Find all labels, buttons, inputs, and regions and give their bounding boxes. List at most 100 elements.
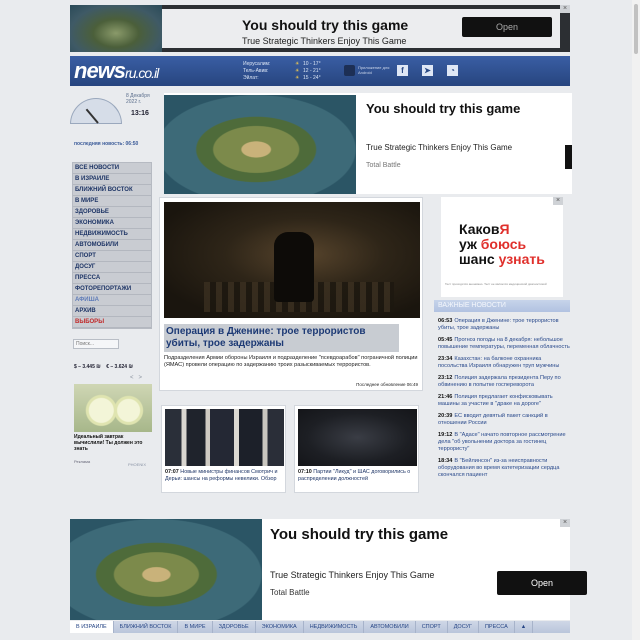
news-headline[interactable]: В "Адасе" начато повторное рассмотрение … — [438, 432, 566, 452]
bottom-nav-item[interactable]: ДОСУГ — [448, 621, 479, 633]
right-ad-banner[interactable]: КаковЯ уж боюсь шанс узнать Тест проходи… — [441, 197, 563, 297]
top-ad-open-button[interactable]: Open — [462, 17, 552, 37]
main-article-title[interactable]: Операция в Дженине: трое террористов уби… — [164, 324, 399, 352]
mid-ad-banner[interactable]: You should try this game True Strategic … — [164, 93, 572, 194]
menu-item[interactable]: НЕДВИЖИМОСТЬ — [73, 229, 151, 240]
sidebar-ad-text[interactable]: Идеальный завтрак вычислили! Ты должен э… — [74, 434, 154, 452]
right-ad-text[interactable]: КаковЯ уж боюсь шанс узнать — [459, 222, 545, 267]
news-time: 18:34 — [438, 458, 453, 464]
clock-icon — [70, 98, 122, 124]
bottom-nav-item[interactable]: НЕДВИЖИМОСТЬ — [304, 621, 365, 633]
up-arrow-icon[interactable]: ▲ — [515, 621, 534, 633]
small-article-text[interactable]: 07:07 Новые министры финансов Смотрич и … — [165, 469, 285, 483]
article-headline[interactable]: Партии "Ликуд" и ШАС договорились о расп… — [298, 469, 410, 482]
mid-ad-title[interactable]: You should try this game — [366, 101, 520, 116]
bottom-nav-item[interactable]: АВТОМОБИЛИ — [364, 621, 416, 633]
small-article-text[interactable]: 07:10 Партии "Ликуд" и ШАС договорились … — [298, 469, 418, 483]
top-ad-banner[interactable]: You should try this game True Strategic … — [70, 5, 570, 52]
search-input[interactable] — [73, 339, 119, 349]
news-headline[interactable]: В "Бейлинсон" из-за неисправности оборуд… — [438, 458, 559, 478]
news-headline[interactable]: Казахстан: на балконе охранника посольст… — [438, 356, 559, 369]
menu-item[interactable]: ВСЕ НОВОСТИ — [73, 163, 151, 174]
menu-item[interactable]: СПОРТ — [73, 251, 151, 262]
weather-temp: 15 - 24° — [303, 75, 321, 81]
bottom-ad-subtitle: True Strategic Thinkers Enjoy This Game — [270, 570, 435, 580]
news-headline[interactable]: Полиция задержала президента Перу по обв… — [438, 375, 561, 388]
news-item[interactable]: 23:12 Полиция задержала президента Перу п… — [438, 375, 572, 389]
news-item[interactable]: 18:34 В "Бейлинсон" из-за неисправности о… — [438, 458, 572, 479]
bottom-nav-item[interactable]: ЗДОРОВЬЕ — [213, 621, 256, 633]
bottom-nav-item[interactable]: ЭКОНОМИКА — [256, 621, 304, 633]
ad-close-icon[interactable]: × — [560, 519, 570, 527]
menu-item[interactable]: ЭКОНОМИКА — [73, 218, 151, 229]
menu-item-vybory[interactable]: ВЫБОРЫ — [73, 317, 151, 328]
main-article-image[interactable] — [164, 202, 420, 318]
news-time: 23:12 — [438, 375, 453, 381]
menu-item[interactable]: АВТОМОБИЛИ — [73, 240, 151, 251]
sidebar-ad-image[interactable] — [74, 384, 152, 432]
small-article-image[interactable] — [298, 409, 417, 466]
mid-ad-source: Total Battle — [366, 162, 401, 169]
rss-icon[interactable]: ◔ — [447, 65, 458, 76]
ad-close-icon[interactable]: × — [560, 5, 570, 13]
menu-item-afisha[interactable]: АФИША — [73, 295, 151, 306]
android-app-link[interactable]: Приложение для Android — [358, 65, 396, 75]
weather-widget: Иерусалим: ☀ 10 - 17° Тель-Авив: ☀ 12 - 21° … — [243, 61, 323, 82]
bottom-nav-item[interactable]: БЛИЖНИЙ ВОСТОК — [114, 621, 179, 633]
bottom-nav-item[interactable]: В ИЗРАИЛЕ — [70, 621, 114, 633]
menu-item[interactable]: БЛИЖНИЙ ВОСТОК — [73, 185, 151, 196]
top-ad-box[interactable]: You should try this game True Strategic … — [162, 9, 560, 48]
bottom-nav-item[interactable]: В МИРЕ — [178, 621, 213, 633]
rate-arrows[interactable]: < > — [130, 375, 142, 381]
mid-ad-open-button[interactable] — [565, 145, 572, 169]
scrollbar-thumb[interactable] — [634, 4, 638, 54]
bottom-ad-title[interactable]: You should try this game — [270, 526, 448, 543]
small-article[interactable]: 07:10 Партии "Ликуд" и ШАС договорились … — [294, 405, 419, 493]
news-item[interactable]: 19:12 В "Адасе" начато повторное рассмотр… — [438, 432, 572, 453]
news-item[interactable]: 20:39 ЕС вводит девятый пакет санкций в о… — [438, 413, 572, 427]
top-ad-title[interactable]: You should try this game — [242, 17, 408, 33]
bottom-nav: В ИЗРАИЛЕ БЛИЖНИЙ ВОСТОК В МИРЕ ЗДОРОВЬЕ… — [70, 621, 570, 633]
telegram-icon[interactable]: ➤ — [422, 65, 433, 76]
weather-row: Иерусалим: ☀ 10 - 17° — [243, 61, 323, 68]
ad-word: шанс — [459, 251, 495, 267]
currency-rates: $ – 3.445 ₪ € – 3.624 ₪ — [74, 364, 133, 370]
facebook-icon[interactable]: f — [397, 65, 408, 76]
article-time: 07:10 — [298, 469, 312, 475]
site-logo[interactable]: newsru.co.il — [74, 58, 159, 84]
menu-item[interactable]: АРХИВ — [73, 306, 151, 317]
right-ad-footer: Тест проходится анонимно. Тест не являет… — [445, 282, 547, 286]
news-headline[interactable]: ЕС вводит девятый пакет санкций в отноше… — [438, 413, 548, 426]
menu-item[interactable]: ЗДОРОВЬЕ — [73, 207, 151, 218]
bottom-ad-source: Total Battle — [270, 588, 310, 597]
bottom-ad-banner[interactable]: You should try this game True Strategic … — [70, 519, 587, 620]
menu-item[interactable]: В МИРЕ — [73, 196, 151, 207]
news-headline[interactable]: Прогноз погоды на 8 декабря: небольшое п… — [438, 337, 570, 350]
last-news-time[interactable]: последняя новость: 06:50 — [74, 141, 138, 147]
ad-word: Каков — [459, 221, 500, 237]
page-scrollbar[interactable] — [632, 0, 640, 640]
news-headline[interactable]: Операция в Дженине: трое террористов уби… — [438, 318, 559, 331]
menu-item[interactable]: В ИЗРАИЛЕ — [73, 174, 151, 185]
android-app-icon[interactable] — [344, 65, 355, 76]
mid-ad-image[interactable] — [164, 95, 356, 194]
small-article-image[interactable] — [165, 409, 284, 466]
news-item[interactable]: 21:46 Полиция предлагает конфисковывать м… — [438, 394, 572, 408]
bottom-nav-item[interactable]: ПРЕССА — [479, 621, 515, 633]
bottom-nav-item[interactable]: СПОРТ — [416, 621, 448, 633]
main-article[interactable]: Операция в Дженине: трое террористов уби… — [159, 197, 423, 391]
news-item[interactable]: 23:34 Казахстан: на балконе охранника пос… — [438, 356, 572, 370]
news-item[interactable]: 05:45 Прогноз погоды на 8 декабря: неболь… — [438, 337, 572, 351]
current-date: 8 Декабря 2022 г. — [126, 93, 150, 105]
menu-item[interactable]: ДОСУГ — [73, 262, 151, 273]
ad-close-icon[interactable]: × — [553, 197, 563, 205]
bottom-ad-image[interactable] — [70, 519, 262, 620]
news-item[interactable]: 06:53 Операция в Дженине: трое террористо… — [438, 318, 572, 332]
news-headline[interactable]: Полиция предлагает конфисковывать машины… — [438, 394, 553, 407]
top-ad-subtitle: True Strategic Thinkers Enjoy This Game — [242, 36, 407, 46]
small-article[interactable]: 07:07 Новые министры финансов Смотрич и … — [161, 405, 286, 493]
article-headline[interactable]: Новые министры финансов Смотрич и Дерьи:… — [165, 469, 277, 482]
menu-item[interactable]: ПРЕССА — [73, 273, 151, 284]
menu-item[interactable]: ФОТОРЕПОРТАЖИ — [73, 284, 151, 295]
bottom-ad-open-button[interactable]: Open — [497, 571, 587, 595]
